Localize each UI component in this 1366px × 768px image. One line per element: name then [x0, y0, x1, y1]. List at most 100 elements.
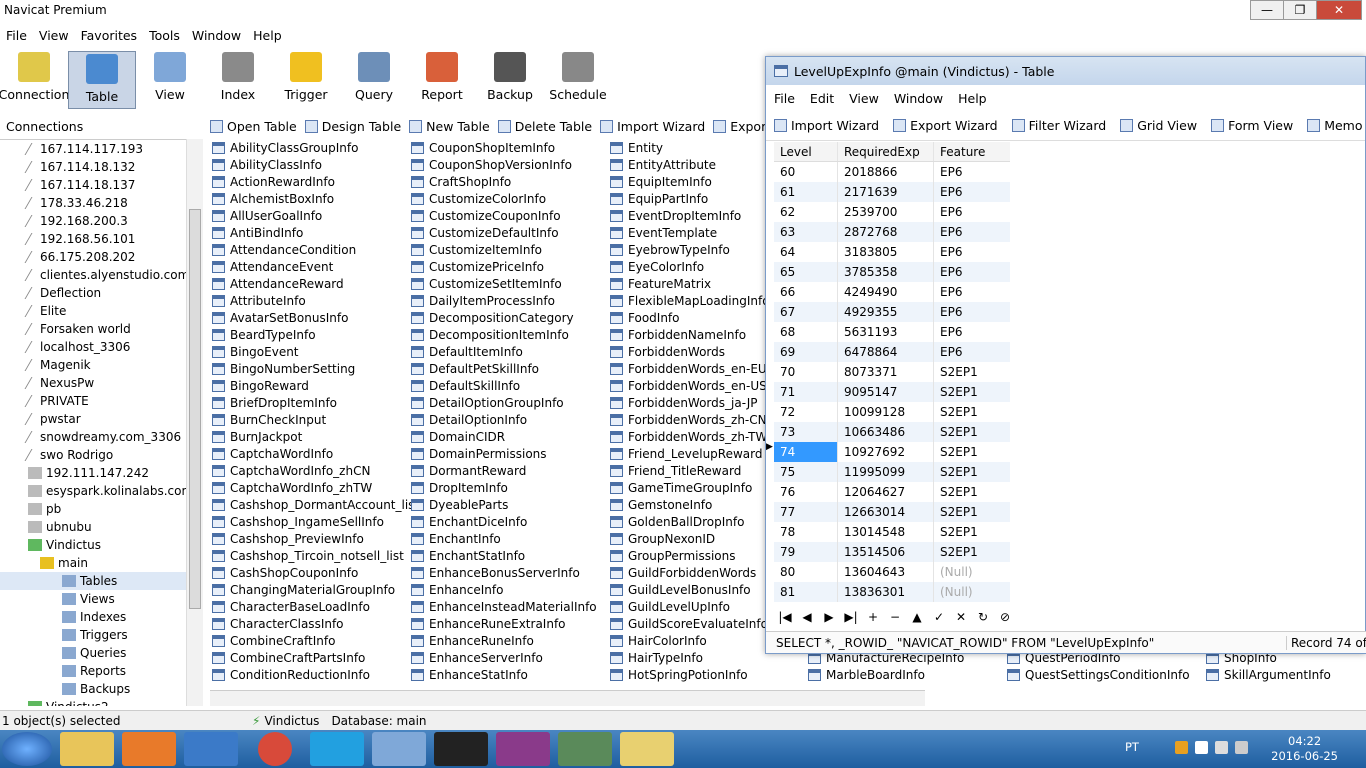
winrar-taskbar-icon[interactable] — [496, 732, 550, 766]
task-manager-taskbar-icon[interactable] — [558, 732, 612, 766]
table-item[interactable]: DormantReward — [411, 462, 597, 479]
table-item[interactable]: Entity — [610, 139, 770, 156]
grid-cell[interactable]: S2EP1 — [934, 402, 1010, 422]
grid-cell[interactable]: 13836301 — [838, 582, 934, 602]
grid-cell[interactable]: 81 — [774, 582, 838, 602]
table-item[interactable]: DefaultSkillInfo — [411, 377, 597, 394]
table-item[interactable]: GuildScoreEvaluateInfo — [610, 615, 770, 632]
table-item[interactable]: Cashshop_IngameSellInfo — [212, 513, 419, 530]
table-item[interactable]: DefaultItemInfo — [411, 343, 597, 360]
table-item[interactable]: EventDropItemInfo — [610, 207, 770, 224]
grid-cell[interactable]: EP6 — [934, 342, 1010, 362]
cmd-taskbar-icon[interactable] — [434, 732, 488, 766]
chrome-taskbar-icon[interactable] — [258, 732, 292, 766]
memo-button[interactable]: Memo — [1307, 118, 1363, 133]
table-item[interactable]: ChangingMaterialGroupInfo — [212, 581, 419, 598]
grid-cell[interactable]: 10663486 — [838, 422, 934, 442]
grid-cell[interactable]: EP6 — [934, 242, 1010, 262]
toolbar-report-button[interactable]: Report — [408, 48, 476, 106]
explorer-taskbar-icon[interactable] — [60, 732, 114, 766]
table-row[interactable]: 67 4929355 EP6 — [774, 302, 1010, 322]
toolbar-backup-button[interactable]: Backup — [476, 48, 544, 106]
minimize-button[interactable]: — — [1250, 0, 1284, 20]
table-item[interactable]: AttendanceCondition — [212, 241, 419, 258]
grid-cell[interactable]: 78 — [774, 522, 838, 542]
maximize-button[interactable]: ❐ — [1283, 0, 1317, 20]
tree-item-reports[interactable]: Reports — [0, 662, 203, 680]
table-item[interactable]: ForbiddenWords_en-US — [610, 377, 770, 394]
table-item[interactable]: CustomizeCouponInfo — [411, 207, 597, 224]
table-item[interactable]: CashShopCouponInfo — [212, 564, 419, 581]
table-row[interactable]: 69 6478864 EP6 — [774, 342, 1010, 362]
table-row[interactable]: 77 12663014 S2EP1 — [774, 502, 1010, 522]
table-item[interactable]: Cashshop_Tircoin_notsell_list — [212, 547, 419, 564]
grid-cell[interactable]: 66 — [774, 282, 838, 302]
tree-item-167-114-18-132[interactable]: 167.114.18.132 — [0, 158, 203, 176]
table-item[interactable]: BriefDropItemInfo — [212, 394, 419, 411]
table-item[interactable]: ActionRewardInfo — [212, 173, 419, 190]
table-item[interactable]: EventTemplate — [610, 224, 770, 241]
table-row[interactable]: 73 10663486 S2EP1 — [774, 422, 1010, 442]
table-item[interactable]: AbilityClassInfo — [212, 156, 419, 173]
table-item[interactable]: Cashshop_PreviewInfo — [212, 530, 419, 547]
apply-button[interactable]: ✓ — [928, 610, 950, 624]
table-item[interactable]: AttributeInfo — [212, 292, 419, 309]
table-item[interactable]: EnhanceRuneExtraInfo — [411, 615, 597, 632]
grid-cell[interactable]: S2EP1 — [934, 362, 1010, 382]
grid-cell[interactable]: S2EP1 — [934, 542, 1010, 562]
import-wizard-button[interactable]: Import Wizard — [774, 118, 879, 133]
prev-record-button[interactable]: ◀ — [796, 610, 818, 624]
table-item[interactable]: FlexibleMapLoadingInfo — [610, 292, 770, 309]
tree-item-167-114-117-193[interactable]: 167.114.117.193 — [0, 140, 203, 158]
table-item[interactable]: ForbiddenWords_zh-TW — [610, 428, 770, 445]
tree-item-localhost-3306[interactable]: localhost_3306 — [0, 338, 203, 356]
menu-window[interactable]: Window — [186, 28, 247, 43]
form-view-button[interactable]: Form View — [1211, 118, 1293, 133]
tree-item-ubnubu[interactable]: ubnubu — [0, 518, 203, 536]
tree-item-deflection[interactable]: Deflection — [0, 284, 203, 302]
grid-cell[interactable]: EP6 — [934, 202, 1010, 222]
table-item[interactable]: SkillArgumentInfo — [1206, 666, 1331, 683]
navicat-taskbar-icon[interactable] — [620, 732, 674, 766]
tree-item-indexes[interactable]: Indexes — [0, 608, 203, 626]
tree-item-queries[interactable]: Queries — [0, 644, 203, 662]
grid-cell[interactable]: EP6 — [934, 322, 1010, 342]
table-row[interactable]: 71 9095147 S2EP1 — [774, 382, 1010, 402]
table-item[interactable]: Friend_LevelupReward — [610, 445, 770, 462]
tree-scrollbar[interactable] — [186, 139, 203, 706]
add-record-button[interactable]: + — [862, 610, 884, 624]
grid-cell[interactable]: S2EP1 — [934, 522, 1010, 542]
grid-cell[interactable]: EP6 — [934, 162, 1010, 182]
tree-item-triggers[interactable]: Triggers — [0, 626, 203, 644]
table-item[interactable]: HairColorInfo — [610, 632, 770, 649]
table-item[interactable]: AbilityClassGroupInfo — [212, 139, 419, 156]
taskbar-clock[interactable]: 04:22 2016-06-25 — [1271, 734, 1338, 764]
table-item[interactable]: DomainCIDR — [411, 428, 597, 445]
table-item[interactable]: CaptchaWordInfo_zhTW — [212, 479, 419, 496]
grid-cell[interactable]: 3785358 — [838, 262, 934, 282]
grid-cell[interactable]: 77 — [774, 502, 838, 522]
table-item[interactable]: EnchantDiceInfo — [411, 513, 597, 530]
table-item[interactable]: GemstoneInfo — [610, 496, 770, 513]
grid-cell[interactable]: 67 — [774, 302, 838, 322]
network-icon[interactable] — [1195, 741, 1208, 754]
table-item[interactable]: EnhanceBonusServerInfo — [411, 564, 597, 581]
table-item[interactable]: CustomizePriceInfo — [411, 258, 597, 275]
table-item[interactable]: CharacterBaseLoadInfo — [212, 598, 419, 615]
menu-tools[interactable]: Tools — [143, 28, 186, 43]
tree-item-vindictus[interactable]: Vindictus — [0, 536, 203, 554]
table-item[interactable]: FoodInfo — [610, 309, 770, 326]
grid-cell[interactable]: 13014548 — [838, 522, 934, 542]
table-item[interactable]: CouponShopVersionInfo — [411, 156, 597, 173]
language-indicator[interactable]: PT — [1125, 740, 1139, 754]
table-item[interactable]: DropItemInfo — [411, 479, 597, 496]
table-item[interactable]: DomainPermissions — [411, 445, 597, 462]
table-item[interactable]: ForbiddenWords_zh-CN — [610, 411, 770, 428]
table-item[interactable]: AttendanceReward — [212, 275, 419, 292]
tree-item-swo-rodrigo[interactable]: swo Rodrigo — [0, 446, 203, 464]
tree-item-main[interactable]: main — [0, 554, 203, 572]
delete-table-button[interactable]: Delete Table — [497, 119, 592, 134]
tree-item-magenik[interactable]: Magenik — [0, 356, 203, 374]
tray-app-icon[interactable] — [1175, 741, 1188, 754]
tree-item-192-168-56-101[interactable]: 192.168.56.101 — [0, 230, 203, 248]
